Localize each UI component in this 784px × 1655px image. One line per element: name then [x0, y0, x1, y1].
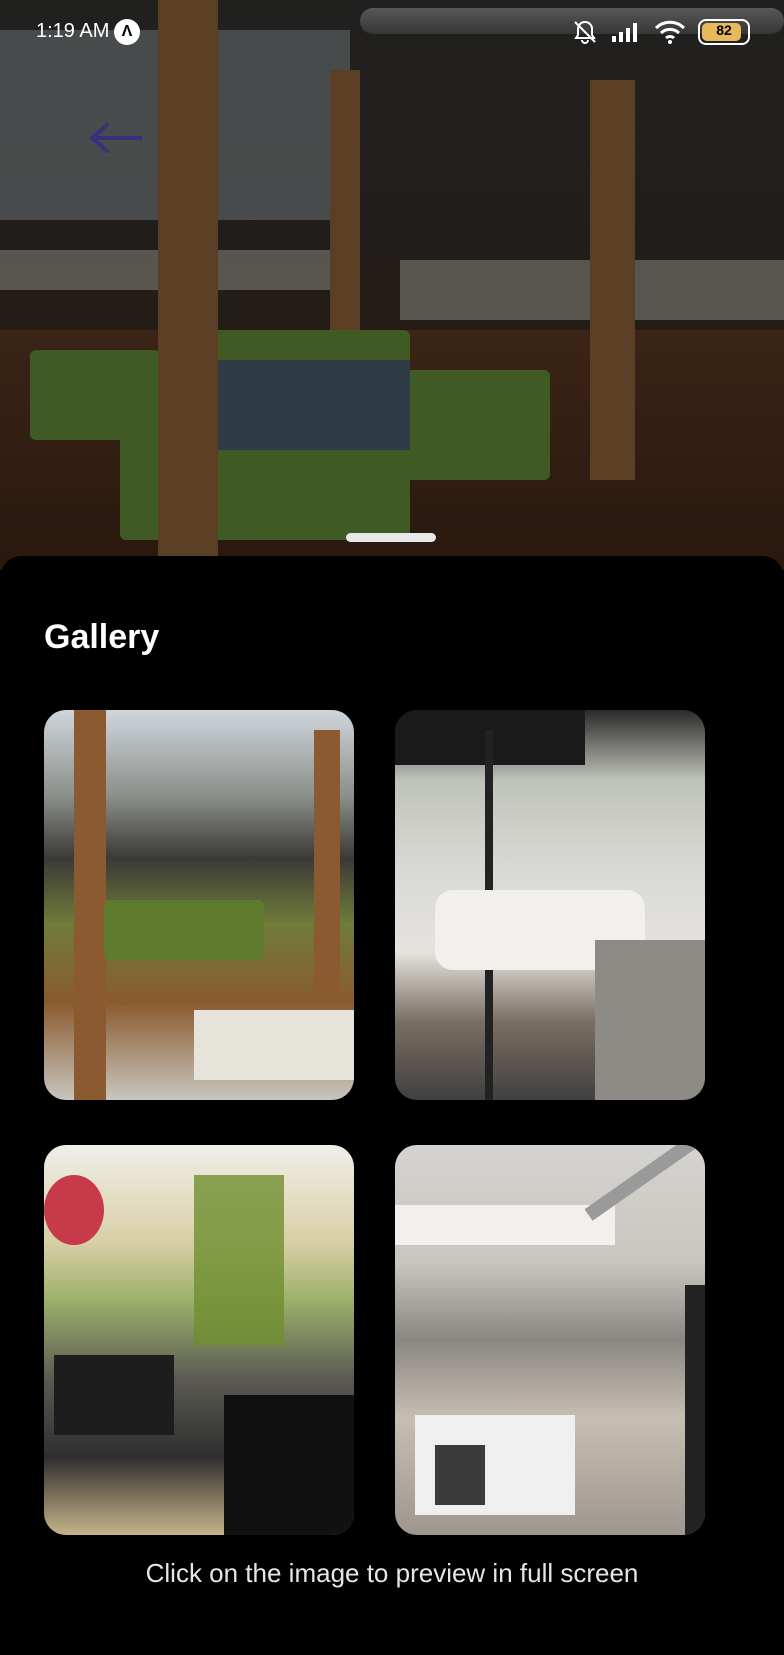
- status-time: 1:19 AM: [36, 20, 110, 42]
- gallery-image-office-lounge[interactable]: [44, 710, 354, 1100]
- sheet-drag-handle[interactable]: [346, 533, 436, 542]
- hero-image: [0, 0, 784, 570]
- gallery-image-decorated-office[interactable]: [44, 1145, 354, 1535]
- gallery-image-industrial-office[interactable]: [395, 1145, 705, 1535]
- battery-level: 82: [716, 22, 732, 38]
- wifi-icon: [654, 19, 686, 45]
- gallery-title: Gallery: [44, 618, 160, 656]
- signal-icon: [610, 20, 642, 44]
- back-button[interactable]: [86, 118, 146, 158]
- arrow-left-icon: [88, 122, 142, 154]
- battery-icon: 82: [698, 19, 750, 45]
- bell-off-icon: [572, 19, 598, 45]
- navigation-app-icon: Λ: [114, 19, 140, 45]
- status-bar: 1:19 AM Λ 82: [0, 0, 784, 64]
- gallery-image-studio-interview[interactable]: [395, 710, 705, 1100]
- preview-hint: Click on the image to preview in full sc…: [145, 1558, 639, 1588]
